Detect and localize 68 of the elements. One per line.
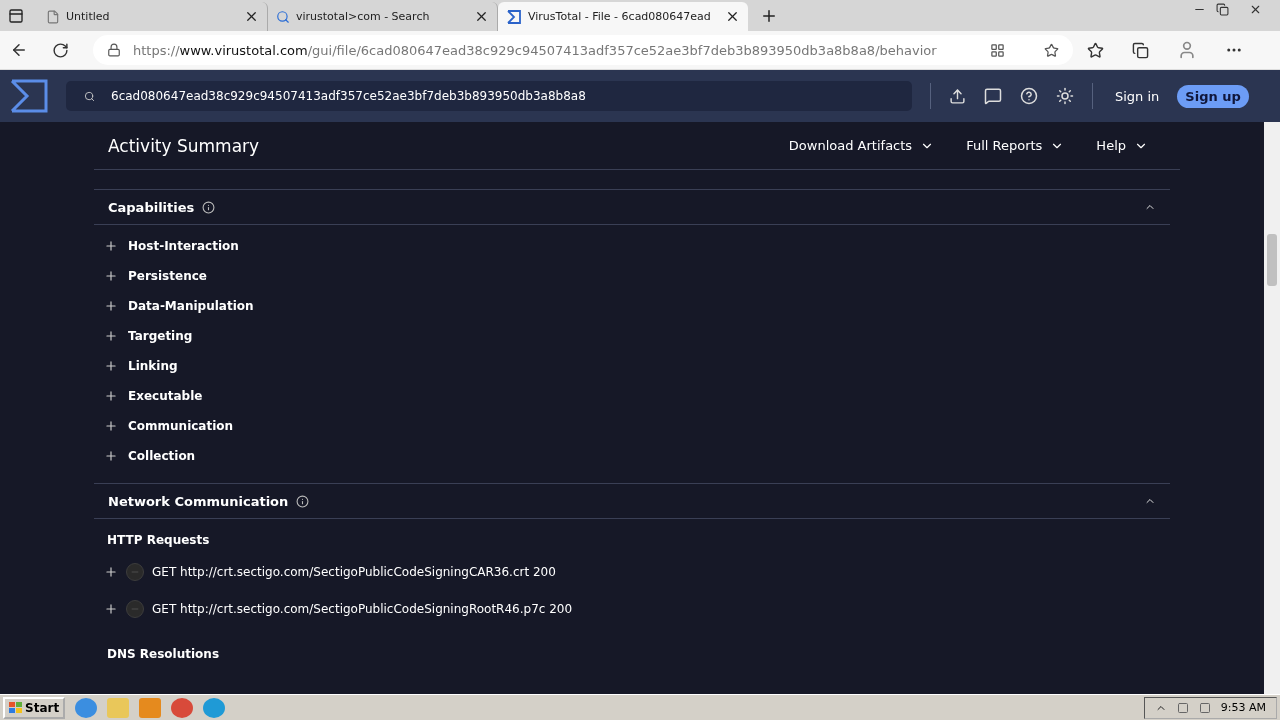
info-icon — [202, 200, 216, 214]
scrollbar[interactable] — [1264, 122, 1280, 694]
section-title: Network Communication — [108, 493, 289, 509]
dropdown-menu[interactable]: Help — [1096, 138, 1148, 153]
capability-item[interactable]: Linking — [128, 359, 178, 373]
search-icon — [276, 9, 290, 24]
page-title: Activity Summary — [108, 135, 261, 156]
search-icon — [84, 90, 95, 102]
capability-item[interactable]: Collection — [128, 449, 196, 463]
capability-item[interactable]: Persistence — [128, 269, 207, 283]
expand-icon[interactable] — [104, 449, 118, 463]
close-icon[interactable] — [474, 9, 489, 24]
collections-icon[interactable] — [1132, 41, 1149, 59]
sigma-logo-icon[interactable] — [10, 79, 48, 113]
section-header[interactable]: Network Communication — [94, 483, 1170, 519]
windows-flag-icon — [9, 701, 23, 714]
back-icon[interactable] — [10, 41, 28, 59]
clock: 9:53 AM — [1220, 701, 1266, 714]
address-field[interactable]: https://www.virustotal.com/gui/file/6cad080647ead38c929c94507413adf357ce52ae3bf7deb3b893950db3a8b8a8/behavior — [93, 35, 1073, 65]
tab-actions-icon[interactable] — [8, 7, 24, 24]
browser-tab[interactable]: VirusTotal - File - 6cad080647ead — [498, 2, 748, 31]
sigma-logo-icon — [506, 8, 522, 25]
info-icon — [296, 494, 310, 508]
expand-icon[interactable] — [104, 269, 118, 283]
search-value: 6cad080647ead38c929c94507413adf357ce52ae3bf7deb3b893950db3a8b8a8 — [111, 89, 586, 103]
expand-icon[interactable] — [104, 299, 118, 313]
capability-item[interactable]: Executable — [128, 389, 203, 403]
apps-icon[interactable] — [990, 42, 1005, 58]
http-request: GET http://crt.sectigo.com/SectigoPublicCodeSigningRootR46.p7c 200 — [152, 601, 573, 616]
page-icon — [46, 9, 60, 24]
close-icon[interactable] — [725, 9, 740, 24]
upload-icon[interactable] — [949, 87, 966, 105]
expand-icon[interactable] — [104, 601, 118, 616]
search-field[interactable]: 6cad080647ead38c929c94507413adf357ce52ae3bf7deb3b893950db3a8b8a8 — [66, 81, 912, 111]
restore-icon[interactable] — [1216, 3, 1229, 16]
expand-icon[interactable] — [104, 329, 118, 343]
capability-item[interactable]: Host-Interaction — [128, 239, 239, 253]
section-header[interactable]: Capabilities — [94, 189, 1170, 225]
start-button[interactable]: Start — [3, 696, 66, 719]
subsection-title: DNS Resolutions — [106, 646, 221, 663]
dropdown-menu[interactable]: Full Reports — [966, 138, 1065, 153]
sign-in-link[interactable]: Sign in — [1115, 88, 1160, 104]
chat-icon[interactable] — [984, 87, 1002, 105]
expand-icon[interactable] — [104, 359, 118, 373]
capability-item[interactable]: Communication — [128, 419, 234, 433]
expand-icon[interactable] — [104, 419, 118, 433]
favorites-icon[interactable] — [1087, 41, 1104, 59]
lock-icon — [107, 43, 121, 57]
close-window-icon[interactable] — [1249, 3, 1262, 16]
capability-item[interactable]: Data-Manipulation — [128, 299, 254, 313]
add-favorite-icon[interactable] — [1044, 42, 1059, 58]
sun-icon[interactable] — [1056, 87, 1074, 105]
capability-item[interactable]: Targeting — [128, 329, 193, 343]
subsection-title: HTTP Requests — [106, 532, 211, 549]
expand-icon[interactable] — [104, 239, 118, 253]
help-icon[interactable] — [1020, 87, 1038, 105]
http-request: GET http://crt.sectigo.com/SectigoPublicCodeSigningCAR36.crt 200 — [152, 564, 556, 579]
expand-icon[interactable] — [104, 564, 118, 579]
section-title: Capabilities — [108, 199, 195, 215]
status-icon — [126, 562, 144, 581]
expand-icon[interactable] — [104, 389, 118, 403]
close-icon[interactable] — [244, 9, 259, 24]
url-text: https://www.virustotal.com/gui/file/6cad080647ead38c929c94507413adf357ce52ae3bf7deb3b893950db3a8b8a8/behavior — [133, 42, 937, 58]
status-icon — [126, 599, 144, 618]
sign-up-button[interactable]: Sign up — [1177, 84, 1249, 108]
dropdown-menu[interactable]: Download Artifacts — [788, 138, 935, 153]
reload-icon[interactable] — [52, 41, 69, 59]
profile-icon[interactable] — [1177, 40, 1197, 60]
